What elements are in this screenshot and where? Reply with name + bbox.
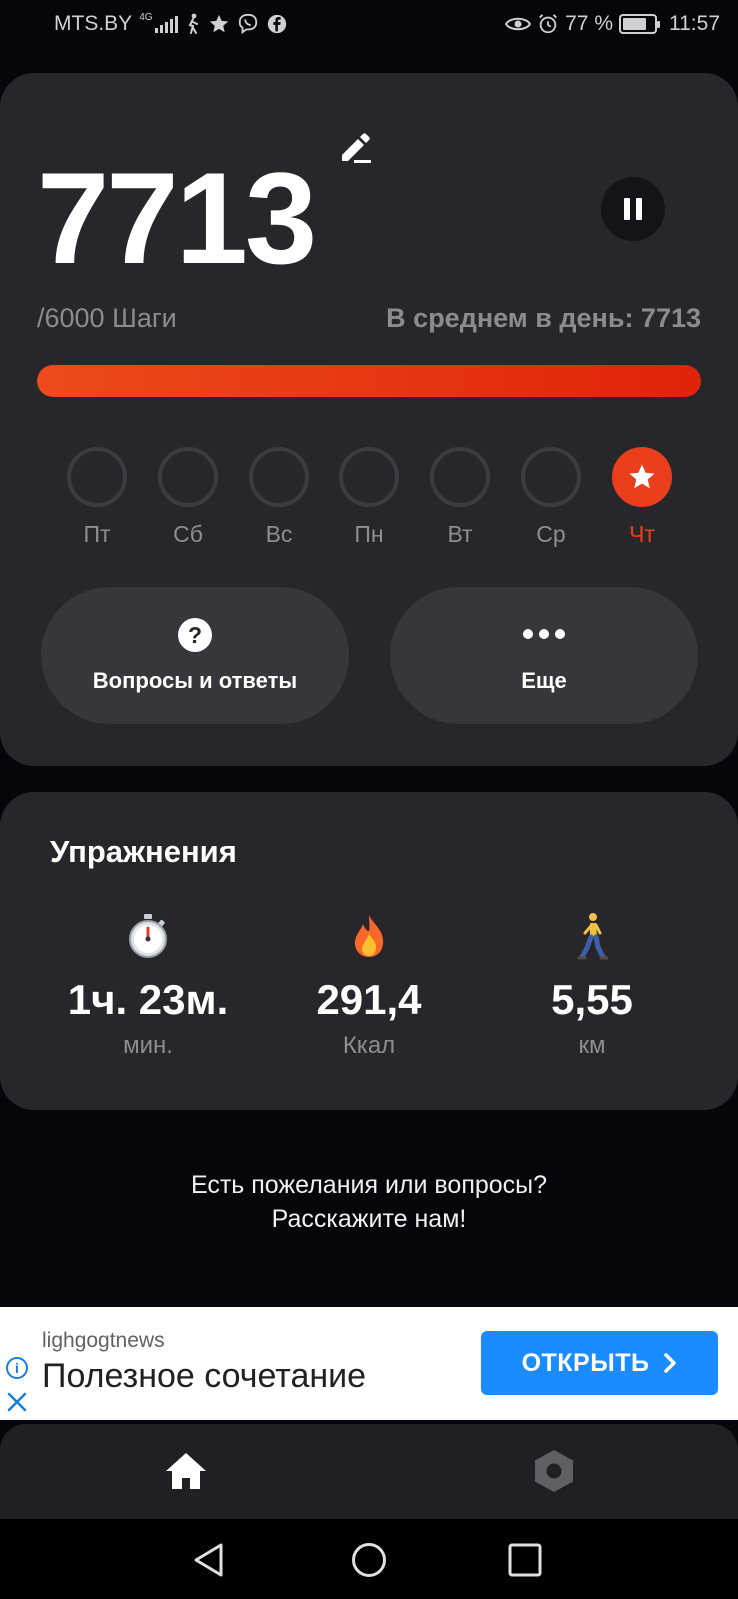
day-ring (521, 447, 581, 507)
ad-banner[interactable]: i lighgogtnews Полезное сочетание ОТКРЫТ… (0, 1307, 738, 1420)
calories-unit: Ккал (342, 1032, 396, 1059)
ad-brand: lighgogtnews (42, 1329, 165, 1352)
day-item[interactable]: Вс (248, 447, 310, 548)
faq-button[interactable]: ? Вопросы и ответы (41, 587, 349, 724)
day-item[interactable]: Вт (429, 447, 491, 548)
day-label: Пн (354, 521, 384, 547)
viber-icon (237, 12, 259, 36)
battery-percent: 77 % (565, 12, 613, 35)
status-bar: MTS.BY 4G 77 % 11:57 (0, 0, 738, 50)
clock: 11:57 (669, 12, 720, 35)
day-ring (67, 447, 127, 507)
home-icon[interactable] (164, 1449, 208, 1493)
bottom-tab-bar (0, 1424, 738, 1519)
day-label: Сб (173, 521, 203, 547)
battery-level (623, 18, 647, 30)
walking-person-icon (472, 912, 712, 960)
system-nav-bar (0, 1519, 738, 1599)
day-ring (430, 447, 490, 507)
day-item-today[interactable]: Чт (611, 447, 673, 548)
pause-button[interactable] (601, 177, 665, 241)
walking-icon (185, 12, 201, 36)
step-goal: /6000 Шаги (37, 303, 177, 333)
back-icon[interactable] (191, 1541, 229, 1579)
signal-icon: 4G (139, 12, 178, 36)
battery-icon (619, 14, 660, 34)
exercise-title: Упражнения (50, 834, 237, 869)
pencil-icon[interactable] (338, 129, 374, 165)
distance-unit: км (578, 1032, 606, 1059)
week-days: Пт Сб Вс Пн Вт Ср Чт (66, 447, 686, 557)
network-type: 4G (139, 12, 153, 23)
day-item[interactable]: Пт (66, 447, 128, 548)
star-icon (208, 12, 230, 36)
day-item[interactable]: Сб (157, 447, 219, 548)
day-ring (249, 447, 309, 507)
recents-square-icon[interactable] (506, 1541, 544, 1579)
eye-icon (505, 12, 532, 36)
day-ring (339, 447, 399, 507)
more-label: Еще (521, 668, 567, 693)
pause-icon (624, 198, 630, 220)
more-button[interactable]: Еще (390, 587, 698, 724)
step-progress-bar (37, 365, 701, 397)
home-circle-icon[interactable] (350, 1541, 388, 1579)
feedback-link[interactable]: Есть пожелания или вопросы? Расскажите н… (0, 1168, 738, 1236)
carrier-name: MTS.BY (54, 12, 133, 35)
calories-value: 291,4 (316, 976, 422, 1023)
duration-stat: 1ч. 23м. мин. (28, 912, 268, 1060)
fire-icon (249, 912, 489, 960)
step-progress-fill (37, 365, 701, 397)
ad-headline: Полезное сочетание (42, 1357, 367, 1395)
question-icon: ? (178, 618, 212, 652)
alarm-icon (537, 12, 559, 36)
day-item[interactable]: Ср (520, 447, 582, 548)
distance-value: 5,55 (551, 976, 633, 1023)
facebook-icon (266, 12, 288, 36)
steps-card: 7713 /6000 Шаги В среднем в день: 7713 П… (0, 73, 738, 766)
duration-value: 1ч. 23м. (67, 976, 229, 1023)
daily-average: В среднем в день: 7713 (386, 303, 701, 333)
day-label: Ср (536, 521, 566, 547)
feedback-line-1: Есть пожелания или вопросы? (190, 1171, 548, 1199)
day-item[interactable]: Пн (338, 447, 400, 548)
day-label: Пт (83, 521, 111, 547)
status-left: MTS.BY 4G (54, 12, 288, 36)
ad-info-icon[interactable]: i (6, 1357, 28, 1379)
more-dots-icon (523, 618, 565, 639)
day-label: Вт (447, 521, 473, 547)
close-icon[interactable] (6, 1391, 28, 1413)
ad-open-label: ОТКРЫТЬ (521, 1348, 650, 1377)
day-label: Вс (265, 521, 293, 547)
day-label: Чт (629, 521, 655, 547)
stopwatch-icon (28, 912, 268, 960)
calories-stat: 291,4 Ккал (249, 912, 489, 1060)
status-right: 77 % 11:57 (505, 12, 720, 36)
exercise-card[interactable]: Упражнения 1ч. 23м. мин. 291,4 Ккал 5,55… (0, 792, 738, 1110)
distance-stat: 5,55 км (472, 912, 712, 1060)
step-count: 7713 (37, 145, 317, 291)
day-ring (158, 447, 218, 507)
goal-reached-star-icon (612, 447, 672, 507)
duration-unit: мин. (123, 1032, 173, 1059)
ad-open-button[interactable]: ОТКРЫТЬ (481, 1331, 718, 1395)
chevron-right-icon (664, 1353, 677, 1373)
faq-label: Вопросы и ответы (92, 668, 298, 693)
settings-hexagon-icon[interactable] (532, 1448, 576, 1494)
feedback-line-2: Расскажите нам! (271, 1205, 467, 1233)
